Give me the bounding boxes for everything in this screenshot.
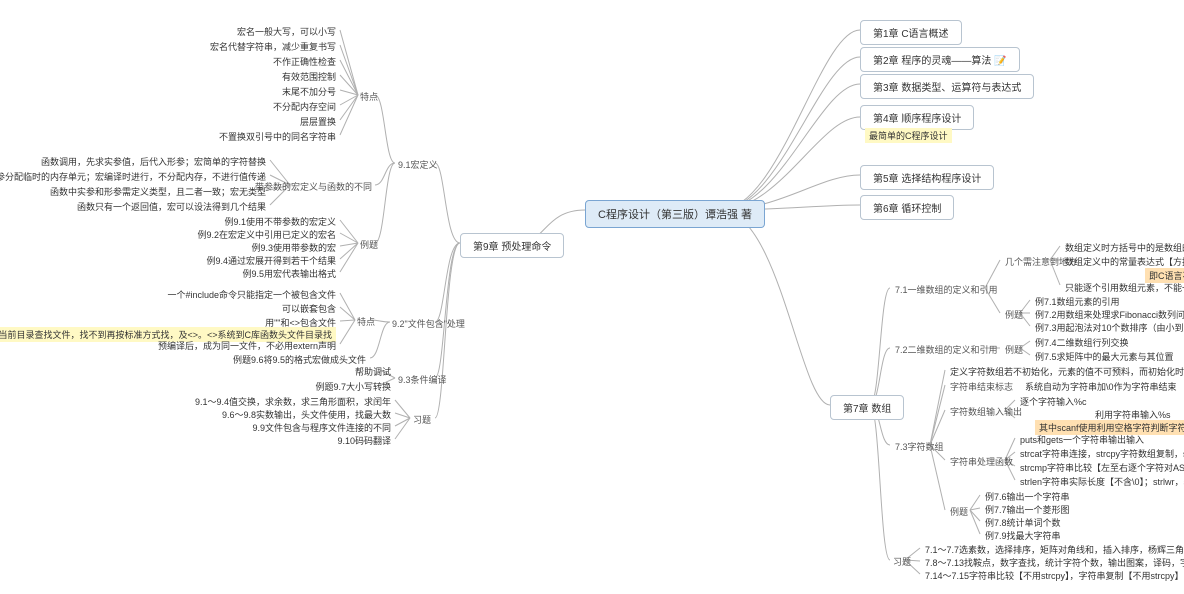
leaf: 例题9.6将9.5的格式宏做成头文件 [233, 353, 366, 366]
node-7-2[interactable]: 7.2二维数组的定义和引用 [895, 343, 998, 356]
leaf: 宏名一般大写，可以小写 [237, 25, 336, 38]
leaf: 函数调用运行时处理，为形参分配临时的内存单元；宏编译时进行，不分配内存，不进行值… [0, 170, 266, 183]
note-icon: 📝 [994, 56, 1006, 67]
leaf: 层层置换 [300, 115, 336, 128]
leaf: 例9.2在宏定义中引用已定义的宏名 [197, 228, 336, 241]
leaf: 不置换双引号中的同名字符串 [219, 130, 336, 143]
node-9-3[interactable]: 9.3条件编译 [398, 373, 447, 386]
leaf: 例7.2用数组来处理求Fibonacci数列问题 [1035, 308, 1184, 321]
node[interactable]: 字符串结束标志 [950, 380, 1013, 393]
leaf: 9.1～9.4值交换，求余数，求三角形面积，求闰年 [195, 395, 391, 408]
leaf: 宏名代替字符串，减少重复书写 [210, 40, 336, 53]
leaf: 例7.9找最大字符串 [985, 529, 1061, 542]
leaf: 例7.8统计单词个数 [985, 516, 1061, 529]
leaf: 例9.3使用带参数的宏 [251, 241, 336, 254]
node-9-x[interactable]: 习题 [413, 413, 431, 426]
node-7-3[interactable]: 7.3字符数组 [895, 440, 944, 453]
leaf: 例题9.7大小写转换 [315, 380, 391, 393]
leaf: 9.9文件包含与程序文件连接的不同 [252, 421, 391, 434]
node-ch9[interactable]: 第9章 预处理命令 [460, 233, 564, 258]
node-7-x[interactable]: 习题 [893, 555, 911, 568]
leaf: 例9.1使用不带参数的宏定义 [224, 215, 336, 228]
node-ch4[interactable]: 第4章 顺序程序设计 [860, 105, 974, 130]
node[interactable]: 字符串处理函数 [950, 455, 1013, 468]
node-ch1[interactable]: 第1章 C语言概述 [860, 20, 962, 45]
leaf: 例7.3用起泡法对10个数排序（由小到大） [1035, 321, 1184, 334]
node-ch3[interactable]: 第3章 数据类型、运算符与表达式 [860, 74, 1034, 99]
leaf: 7.8～7.13找鞍点，数字查找，统计字符个数，输出图案，译码，字符串连接【不用… [925, 556, 1184, 569]
node[interactable]: 特点 [360, 90, 378, 103]
leaf: 例7.4二维数组行列交换 [1035, 336, 1129, 349]
ch4-note: 最简单的C程序设计 [865, 128, 952, 143]
leaf: puts和gets一个字符串输出输入 [1020, 433, 1144, 446]
leaf: 函数中实参和形参需定义类型，且二者一致；宏无类型 [50, 185, 266, 198]
leaf: 帮助调试 [355, 365, 391, 378]
node-ch2[interactable]: 第2章 程序的灵魂——算法 📝 [860, 47, 1020, 72]
node-ch7[interactable]: 第7章 数组 [830, 395, 904, 420]
leaf: 函数只有一个返回值，宏可以设法得到几个结果 [77, 200, 266, 213]
node-7-1-b[interactable]: 例题 [1005, 308, 1023, 321]
leaf: 不分配内存空间 [273, 100, 336, 113]
leaf: 一个#include命令只能指定一个被包含文件 [167, 288, 336, 301]
leaf: 只能逐个引用数组元素，不能一次引用整个数组 [1065, 281, 1184, 294]
leaf: 可以嵌套包含 [282, 302, 336, 315]
leaf: 例7.1数组元素的引用 [1035, 295, 1120, 308]
node-9-1[interactable]: 9.1宏定义 [398, 158, 438, 171]
node-ch5[interactable]: 第5章 选择结构程序设计 [860, 165, 994, 190]
leaf: 末尾不加分号 [282, 85, 336, 98]
leaf: 不作正确性检查 [273, 55, 336, 68]
leaf: 数组定义时方括号中的是数组的长度，即元素的个数 [1065, 241, 1184, 254]
leaf: 定义字符数组若不初始化，元素的值不可预料，而初始化时，若个数多了出错，少了，后面… [950, 365, 1184, 378]
node[interactable]: 带参数的宏定义与函数的不同 [255, 180, 372, 193]
leaf: strlen字符串实际长度【不含\0】；strlwr，strupr字母大小写转换 [1020, 475, 1184, 488]
leaf: 例7.7输出一个菱形图 [985, 503, 1070, 516]
leaf: 7.14～7.15字符串比较【不用strcpy】，字符串复制【不用strcpy】 [925, 569, 1184, 582]
node[interactable]: 例题 [950, 505, 968, 518]
leaf: 逐个字符输入%c [1020, 395, 1087, 408]
leaf: 预编译后，成为同一文件，不必用extern声明 [158, 339, 336, 352]
leaf: 例9.5用宏代表输出格式 [242, 267, 336, 280]
leaf: 例9.4通过宏展开得到若干个结果 [206, 254, 336, 267]
root-node[interactable]: C程序设计（第三版）谭浩强 著 [585, 200, 765, 228]
leaf: 数组定义中的常量表达式【方括号中的】可以是常量和符号常量，不能包含变量 [1065, 255, 1184, 268]
ch2-label: 第2章 程序的灵魂——算法 [873, 56, 991, 67]
leaf: 函数调用，先求实参值，后代入形参；宏简单的字符替换 [41, 155, 266, 168]
leaf: 例7.6输出一个字符串 [985, 490, 1070, 503]
leaf: strcmp字符串比较【左至右逐个字符对ASCII字符比较，返回0，正整数，负整… [1020, 461, 1184, 474]
node-7-2-a[interactable]: 例题 [1005, 343, 1023, 356]
leaf: strcat字符串连接，strcpy字符数组复制，strncpy部分复制 [1020, 447, 1184, 460]
node-ch6[interactable]: 第6章 循环控制 [860, 195, 954, 220]
leaf: 例7.5求矩阵中的最大元素与其位置 [1035, 350, 1174, 363]
leaf: 7.1～7.7选素数，选择排序，矩阵对角线和，插入排序，杨辉三角，魔方阵 [925, 543, 1184, 556]
node[interactable]: 例题 [360, 238, 378, 251]
leaf: 9.6～9.8实数输出，头文件使用，找最大数 [222, 408, 391, 421]
node[interactable]: 特点 [357, 315, 375, 328]
leaf: 系统自动为字符串加\0作为字符串结束 [1025, 380, 1177, 393]
node[interactable]: 字符数组输入输出 [950, 405, 1022, 418]
leaf: 有效范围控制 [282, 70, 336, 83]
leaf: 9.10码码翻译 [337, 434, 391, 447]
node-7-1[interactable]: 7.1一维数组的定义和引用 [895, 283, 998, 296]
node-9-2[interactable]: 9.2"文件包含"处理 [392, 317, 465, 330]
